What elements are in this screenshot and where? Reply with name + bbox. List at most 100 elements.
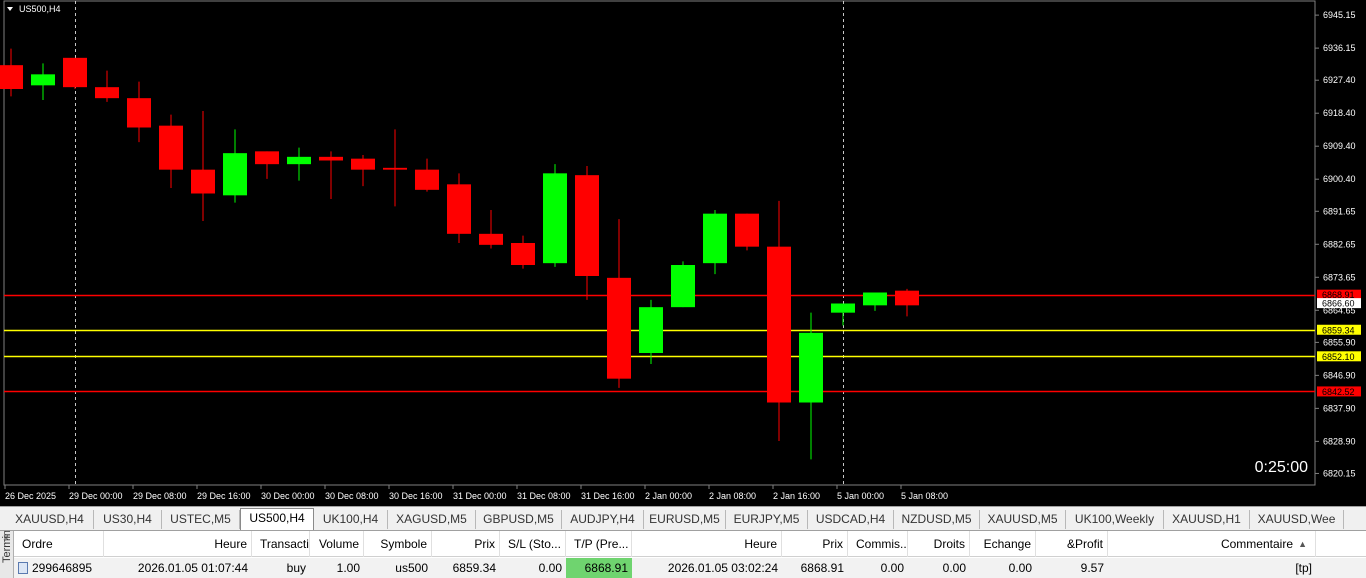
symbol-label: US500,H4 xyxy=(19,4,61,14)
table-cell-value: [tp] xyxy=(1295,561,1312,575)
tab-ustec-m5[interactable]: USTEC,M5 xyxy=(162,510,240,529)
table-cell-value: 9.57 xyxy=(1080,561,1104,575)
candle-bull xyxy=(287,156,311,165)
column-header[interactable]: Commis... xyxy=(848,531,908,557)
table-cell-value: 1.00 xyxy=(336,561,360,575)
column-header[interactable]: Volume xyxy=(310,531,364,557)
candle-bear xyxy=(575,175,599,276)
tab-eurusd-m5[interactable]: EURUSD,M5 xyxy=(644,510,726,529)
tab-us500-h4[interactable]: US500,H4 xyxy=(240,508,314,530)
column-header[interactable]: &Profit xyxy=(1036,531,1108,557)
candle-bear xyxy=(351,158,375,170)
tab-xauusd-h4[interactable]: XAUUSD,H4 xyxy=(6,510,94,529)
candle-bear xyxy=(319,156,343,161)
column-header-label: T/P (Pre... xyxy=(574,537,629,551)
level-price-tag-label: 6859.34 xyxy=(1322,325,1355,335)
sort-ascending-icon[interactable]: ▲ xyxy=(1298,531,1307,557)
bar-countdown: 0:25:00 xyxy=(1255,459,1308,476)
tab-audjpy-h4[interactable]: AUDJPY,H4 xyxy=(562,510,644,529)
table-cell-value: 2026.01.05 01:07:44 xyxy=(137,561,248,575)
time-axis-label: 2 Jan 08:00 xyxy=(709,491,756,501)
table-cell-value: 0.00 xyxy=(538,561,562,575)
price-tick-label: 6900.40 xyxy=(1323,174,1356,184)
table-cell: [tp] xyxy=(1108,558,1316,578)
column-header[interactable]: T/P (Pre... xyxy=(566,531,632,557)
table-cell-value: 2026.01.05 03:02:24 xyxy=(667,561,778,575)
table-cell-value: 0.00 xyxy=(880,561,904,575)
chart-tabs-bar: XAUUSD,H4 US30,H4 USTEC,M5 US500,H4 UK100,H4… xyxy=(0,506,1366,530)
column-header[interactable]: Commentaire ▲ xyxy=(1108,531,1316,557)
tab-xauusd-wee[interactable]: XAUUSD,Wee xyxy=(1250,510,1344,529)
time-axis-label: 30 Dec 08:00 xyxy=(325,491,379,501)
chevron-down-icon[interactable] xyxy=(7,7,13,11)
column-header-label: Transacti... xyxy=(260,537,309,551)
column-header-label: S/L (Sto... xyxy=(508,537,561,551)
table-cell-value: 6868.91 xyxy=(584,561,628,575)
time-axis-label: 29 Dec 00:00 xyxy=(69,491,123,501)
table-cell: 0.00 xyxy=(970,558,1036,578)
column-header-label: Commis... xyxy=(856,537,908,551)
tab-gbpusd-m5[interactable]: GBPUSD,M5 xyxy=(476,510,562,529)
column-header[interactable]: Heure xyxy=(632,531,782,557)
tab-uk100-weekly[interactable]: UK100,Weekly xyxy=(1066,510,1164,529)
candle-bear xyxy=(127,98,151,128)
column-header[interactable]: Droits xyxy=(908,531,970,557)
time-axis-label: 5 Jan 08:00 xyxy=(901,491,948,501)
time-axis-label: 29 Dec 16:00 xyxy=(197,491,251,501)
column-header-label: Heure xyxy=(214,537,247,551)
tab-us30-h4[interactable]: US30,H4 xyxy=(94,510,162,529)
price-tick-label: 6873.65 xyxy=(1323,272,1356,282)
column-header-label: Ordre xyxy=(22,537,53,551)
table-cell: 1.00 xyxy=(310,558,364,578)
candle-bear xyxy=(383,167,407,170)
candle-bull xyxy=(703,213,727,264)
column-header[interactable]: Prix xyxy=(432,531,500,557)
level-price-tag-label: 6866.60 xyxy=(1322,299,1355,309)
price-tick-label: 6891.65 xyxy=(1323,206,1356,216)
candle-bear xyxy=(191,169,215,194)
tab-uk100-h4[interactable]: UK100,H4 xyxy=(314,510,388,529)
candle-bear xyxy=(447,184,471,234)
candle-bear xyxy=(95,87,119,99)
price-tick-label: 6837.90 xyxy=(1323,403,1356,413)
tab-xagusd-m5[interactable]: XAGUSD,M5 xyxy=(388,510,476,529)
time-axis-label: 31 Dec 16:00 xyxy=(581,491,635,501)
column-header[interactable]: Heure xyxy=(104,531,252,557)
order-document-icon xyxy=(18,562,28,574)
column-header[interactable]: Transacti... xyxy=(252,531,310,557)
table-cell: 0.00 xyxy=(848,558,908,578)
tab-usdcad-h4[interactable]: USDCAD,H4 xyxy=(808,510,894,529)
column-header[interactable]: Symbole xyxy=(364,531,432,557)
table-cell: 0.00 xyxy=(908,558,970,578)
table-row[interactable]: 299646895 2026.01.05 01:07:44 buy 1.00 us500… xyxy=(14,558,1366,578)
price-tick-label: 6945.15 xyxy=(1323,10,1356,20)
time-axis-label: 31 Dec 00:00 xyxy=(453,491,507,501)
column-header-label: Prix xyxy=(822,537,843,551)
table-cell: 6859.34 xyxy=(432,558,500,578)
candle-bear xyxy=(255,151,279,165)
column-header[interactable]: Echange xyxy=(970,531,1036,557)
table-cell-value: 6859.34 xyxy=(452,561,496,575)
column-header[interactable]: Prix xyxy=(782,531,848,557)
tab-xauusd-h1[interactable]: XAUUSD,H1 xyxy=(1164,510,1250,529)
table-cell-value: buy xyxy=(286,561,306,575)
level-price-tag-label: 6842.52 xyxy=(1322,387,1355,397)
table-cell-value: 0.00 xyxy=(942,561,966,575)
price-tick-label: 6918.40 xyxy=(1323,108,1356,118)
tab-nzdusd-m5[interactable]: NZDUSD,M5 xyxy=(894,510,980,529)
tab-xauusd-m5[interactable]: XAUUSD,M5 xyxy=(980,510,1066,529)
table-cell: 9.57 xyxy=(1036,558,1108,578)
history-table-header: Ordre Heure Transacti... Volume Symbole Prix S… xyxy=(14,531,1366,557)
candle-bull xyxy=(831,303,855,313)
column-header[interactable]: S/L (Sto... xyxy=(500,531,566,557)
price-chart[interactable]: 6945.15 6936.15 6927.40 6918.40 6909.40 6900.… xyxy=(0,0,1366,506)
chart-canvas[interactable]: 6945.15 6936.15 6927.40 6918.40 6909.40 6900.… xyxy=(0,0,1366,506)
candle-bear xyxy=(895,290,919,306)
time-axis-label: 2 Jan 16:00 xyxy=(773,491,820,501)
column-header-label: Prix xyxy=(474,537,495,551)
tab-eurjpy-m5[interactable]: EURJPY,M5 xyxy=(726,510,808,529)
table-cell-value: 6868.91 xyxy=(800,561,844,575)
column-header-label: Volume xyxy=(318,537,359,551)
column-header[interactable]: Ordre xyxy=(14,531,104,557)
table-cell-value: 299646895 xyxy=(32,561,93,575)
